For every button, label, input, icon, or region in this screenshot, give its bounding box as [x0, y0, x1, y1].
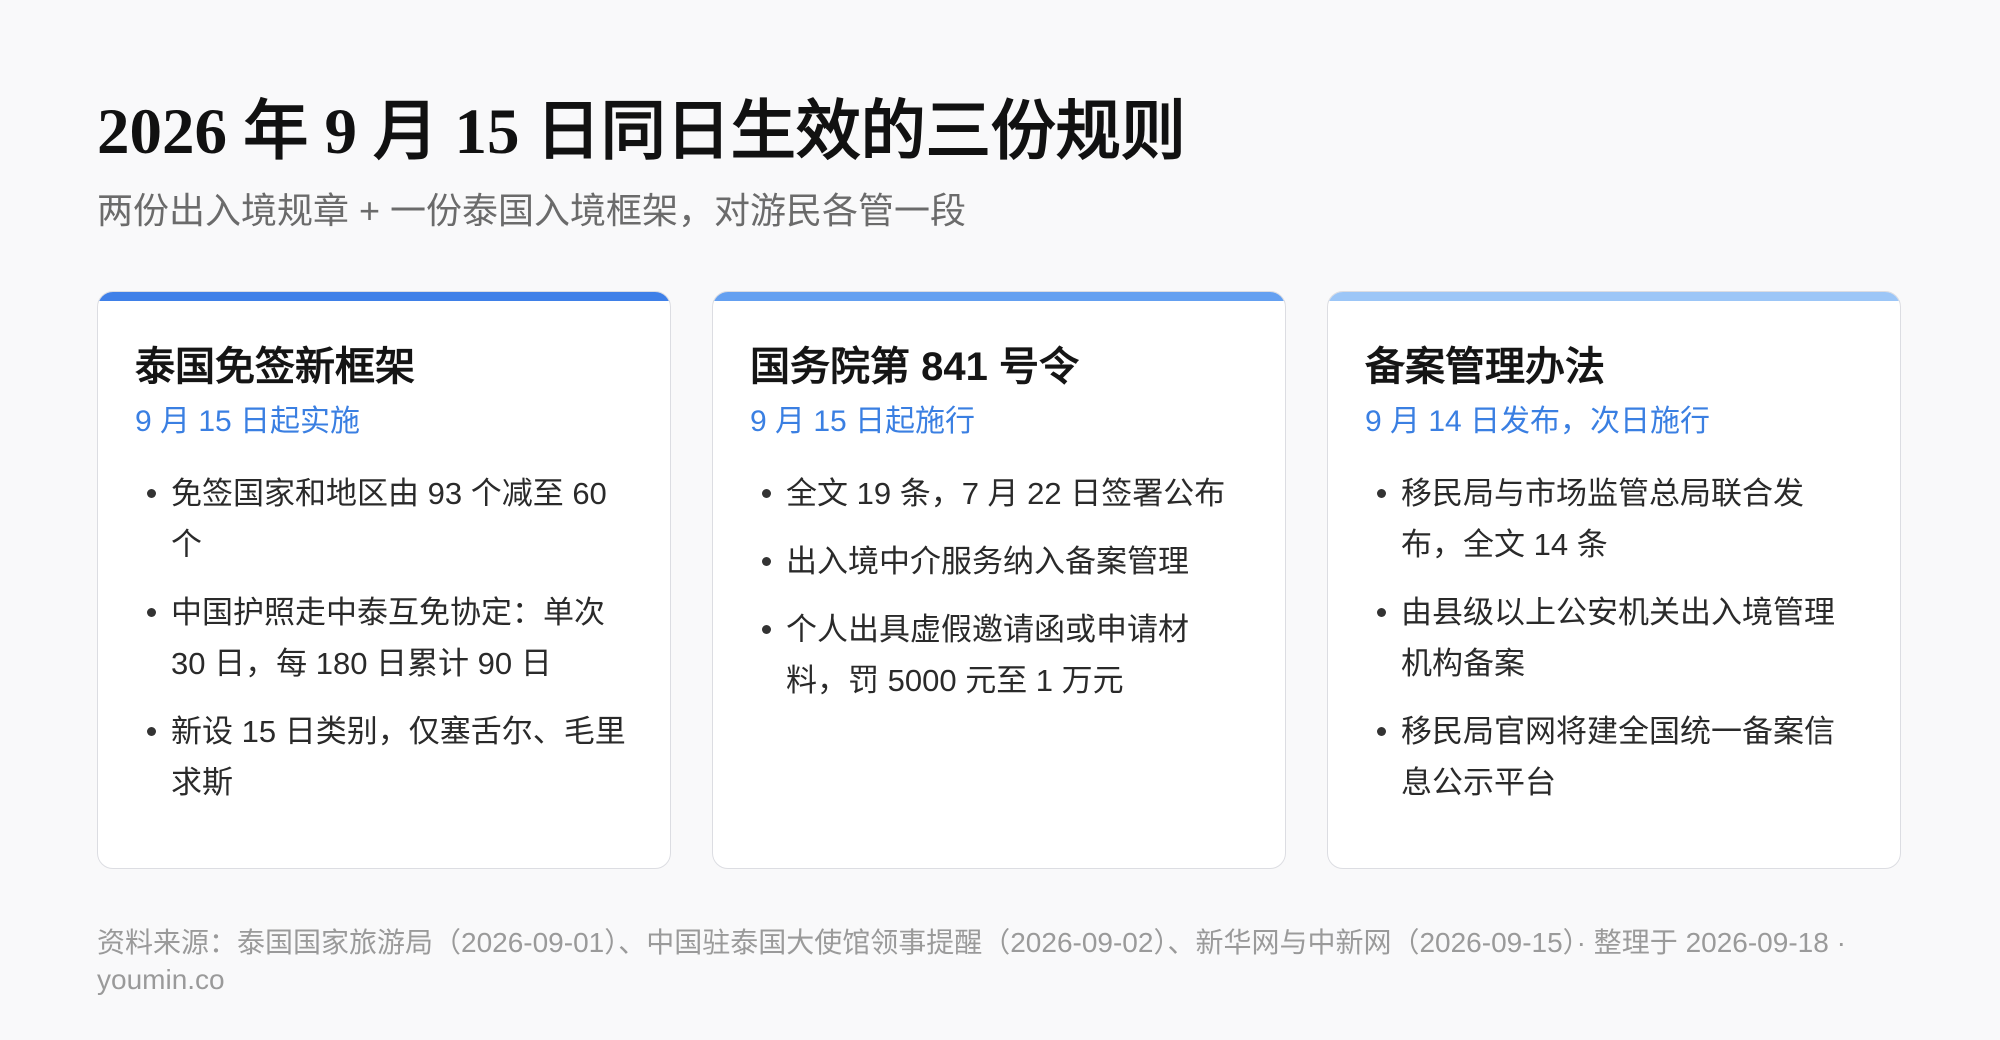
list-item-text: 全文 19 条，7 月 22 日签署公布: [786, 476, 1226, 511]
list-item-text: 新设 15 日类别，仅塞舌尔、毛里求斯: [171, 714, 626, 800]
card-effective-date: 9 月 15 日起施行: [750, 405, 976, 438]
bullet-dot-icon: [1377, 727, 1386, 736]
list-item-text: 移民局与市场监管总局联合发布，全文 14 条: [1401, 476, 1804, 562]
page: 2026 年 9 月 15 日同日生效的三份规则 两份出入境规章 + 一份泰国入…: [97, 0, 1903, 1040]
bullet-dot-icon: [1377, 489, 1386, 498]
card-bullet-list: 全文 19 条，7 月 22 日签署公布 出入境中介服务纳入备案管理 个人出具虚…: [750, 468, 1250, 723]
list-item: 中国护照走中泰互免协定：单次 30 日，每 180 日累计 90 日: [135, 587, 635, 689]
page-title: 2026 年 9 月 15 日同日生效的三份规则: [97, 96, 1186, 168]
list-item-text: 出入境中介服务纳入备案管理: [786, 544, 1189, 579]
bullet-dot-icon: [1377, 608, 1386, 617]
list-item-text: 个人出具虚假邀请函或申请材料，罚 5000 元至 1 万元: [786, 612, 1189, 698]
card-accent-bar: [713, 292, 1285, 301]
bullet-dot-icon: [147, 608, 156, 617]
bullet-dot-icon: [762, 489, 771, 498]
list-item: 由县级以上公安机关出入境管理机构备案: [1365, 587, 1865, 689]
list-item: 免签国家和地区由 93 个减至 60 个: [135, 468, 635, 570]
bullet-dot-icon: [762, 557, 771, 566]
list-item-text: 移民局官网将建全国统一备案信息公示平台: [1401, 714, 1835, 800]
list-item: 全文 19 条，7 月 22 日签署公布: [750, 468, 1250, 519]
card-bullet-list: 免签国家和地区由 93 个减至 60 个 中国护照走中泰互免协定：单次 30 日…: [135, 468, 635, 825]
card-bullet-list: 移民局与市场监管总局联合发布，全文 14 条 由县级以上公安机关出入境管理机构备…: [1365, 468, 1865, 825]
list-item: 个人出具虚假邀请函或申请材料，罚 5000 元至 1 万元: [750, 604, 1250, 706]
card-effective-date: 9 月 14 日发布，次日施行: [1365, 405, 1711, 438]
page-subtitle: 两份出入境规章 + 一份泰国入境框架，对游民各管一段: [97, 190, 967, 231]
card-accent-bar: [1328, 292, 1900, 301]
list-item-text: 由县级以上公安机关出入境管理机构备案: [1401, 595, 1835, 681]
bullet-dot-icon: [147, 727, 156, 736]
card-effective-date: 9 月 15 日起实施: [135, 405, 361, 438]
list-item-text: 中国护照走中泰互免协定：单次 30 日，每 180 日累计 90 日: [171, 595, 605, 681]
card-grid: 泰国免签新框架 9 月 15 日起实施 免签国家和地区由 93 个减至 60 个…: [97, 291, 1903, 871]
list-item: 移民局与市场监管总局联合发布，全文 14 条: [1365, 468, 1865, 570]
card-state-council-order-841: 国务院第 841 号令 9 月 15 日起施行 全文 19 条，7 月 22 日…: [712, 291, 1286, 869]
list-item-text: 免签国家和地区由 93 个减至 60 个: [171, 476, 607, 562]
list-item: 新设 15 日类别，仅塞舌尔、毛里求斯: [135, 706, 635, 808]
source-footnote: 资料来源：泰国国家旅游局（2026-09-01）、中国驻泰国大使馆领事提醒（20…: [97, 927, 1846, 995]
card-title: 国务院第 841 号令: [750, 345, 1079, 389]
card-filing-management-measures: 备案管理办法 9 月 14 日发布，次日施行 移民局与市场监管总局联合发布，全文…: [1327, 291, 1901, 869]
card-title: 备案管理办法: [1365, 345, 1605, 389]
card-title: 泰国免签新框架: [135, 345, 415, 389]
list-item: 出入境中介服务纳入备案管理: [750, 536, 1250, 587]
list-item: 移民局官网将建全国统一备案信息公示平台: [1365, 706, 1865, 808]
bullet-dot-icon: [147, 489, 156, 498]
bullet-dot-icon: [762, 625, 771, 634]
card-thailand-visa-framework: 泰国免签新框架 9 月 15 日起实施 免签国家和地区由 93 个减至 60 个…: [97, 291, 671, 869]
card-accent-bar: [98, 292, 670, 301]
